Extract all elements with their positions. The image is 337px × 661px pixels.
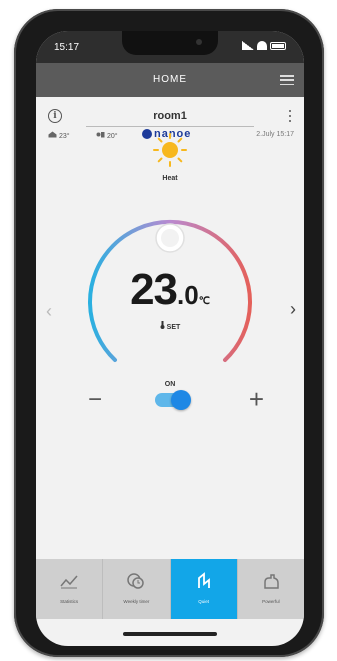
outdoor-temperature-value: 20° bbox=[106, 133, 118, 140]
wifi-icon bbox=[257, 41, 267, 50]
cellular-signal-icon bbox=[242, 41, 254, 50]
temperature-decimal: .0 bbox=[177, 280, 199, 310]
notch bbox=[122, 31, 218, 55]
hamburger-menu-icon[interactable] bbox=[280, 75, 294, 85]
temperature-unit: ℃ bbox=[198, 296, 210, 307]
home-indicator[interactable] bbox=[123, 632, 217, 636]
outdoor-icon bbox=[96, 132, 105, 138]
decrease-temperature-button[interactable]: − bbox=[88, 388, 102, 412]
date-time: 2.July 15:17 bbox=[256, 131, 294, 138]
room-name[interactable]: room1 bbox=[36, 110, 304, 122]
nav-weekly-timer[interactable]: Weekly timer bbox=[103, 559, 171, 619]
thermometer-icon bbox=[160, 321, 165, 329]
nav-powerful-label: Powerful bbox=[262, 599, 280, 604]
app-screen: 15:17 HOME i room1 23° 20° nanoe 2.July … bbox=[36, 31, 304, 646]
mode-label: Heat bbox=[162, 175, 178, 182]
nav-statistics[interactable]: Statistics bbox=[36, 559, 104, 619]
set-label: SET bbox=[36, 321, 304, 331]
nav-weekly-timer-label: Weekly timer bbox=[123, 599, 150, 604]
nav-statistics-label: Statistics bbox=[60, 599, 79, 604]
weekly-timer-icon bbox=[127, 573, 145, 589]
nav-quiet[interactable]: Quiet bbox=[170, 559, 238, 619]
more-options-icon[interactable] bbox=[288, 110, 292, 122]
set-temperature: 23.0℃ bbox=[36, 265, 304, 315]
page-title: HOME bbox=[153, 74, 187, 85]
front-camera bbox=[196, 39, 202, 45]
battery-icon bbox=[270, 41, 286, 50]
outdoor-temperature: 20° bbox=[96, 131, 118, 140]
quiet-icon bbox=[197, 572, 210, 588]
powerful-icon bbox=[264, 574, 279, 589]
nanoe-logo-icon bbox=[142, 129, 152, 139]
temperature-whole: 23 bbox=[130, 265, 178, 314]
power-toggle-knob bbox=[171, 390, 191, 410]
set-label-text: SET bbox=[166, 324, 181, 331]
statistics-icon bbox=[60, 575, 78, 589]
indoor-temperature: 23° bbox=[48, 131, 70, 140]
nav-powerful[interactable]: Powerful bbox=[238, 559, 304, 619]
status-icons bbox=[242, 41, 286, 50]
house-icon bbox=[48, 131, 57, 138]
indoor-temperature-value: 23° bbox=[58, 133, 70, 140]
app-header: HOME bbox=[36, 63, 304, 97]
power-toggle[interactable] bbox=[155, 390, 191, 410]
status-bar: 15:17 bbox=[36, 31, 304, 63]
nav-quiet-label: Quiet bbox=[198, 599, 209, 604]
room-name-underline bbox=[86, 126, 254, 127]
sun-icon bbox=[153, 133, 187, 167]
bottom-navigation: Statistics Weekly timer Quiet Powerful bbox=[36, 559, 304, 619]
status-time: 15:17 bbox=[54, 42, 80, 53]
increase-temperature-button[interactable]: + bbox=[249, 386, 264, 412]
